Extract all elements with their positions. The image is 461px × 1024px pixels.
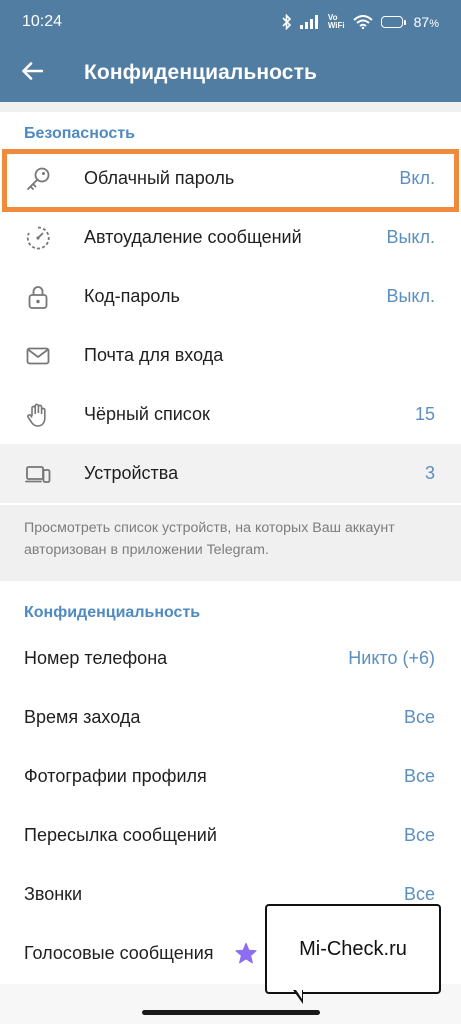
home-indicator[interactable]: [142, 1010, 320, 1015]
wifi-icon: [352, 15, 373, 29]
row-devices[interactable]: Устройства 3: [0, 444, 461, 503]
row-cloud-password[interactable]: Облачный пароль Вкл.: [0, 149, 461, 208]
row-value: Выкл.: [386, 227, 435, 247]
app-header: Конфиденциальность: [0, 44, 461, 102]
battery-percent: 87%: [413, 14, 439, 30]
row-label: Чёрный список: [84, 404, 210, 424]
row-phone-number[interactable]: Номер телефона Никто (+6): [0, 629, 461, 688]
row-label: Звонки: [24, 884, 83, 904]
arrow-left-icon: [21, 61, 44, 85]
row-passcode[interactable]: Код-пароль Выкл.: [0, 267, 461, 326]
key-icon: [24, 165, 52, 193]
row-label: Почта для входа: [84, 345, 224, 365]
security-section: Безопасность Облачный пароль Вкл. Автоуд…: [0, 112, 461, 505]
row-label: Код-пароль: [84, 286, 180, 306]
lock-icon: [24, 283, 52, 311]
row-last-seen[interactable]: Время захода Все: [0, 688, 461, 747]
row-value: 15: [414, 404, 435, 424]
watermark-label: Mi-Check.ru: [265, 904, 441, 994]
row-auto-delete[interactable]: Автоудаление сообщений Выкл.: [0, 208, 461, 267]
battery-icon: [380, 16, 406, 28]
devices-icon: [24, 460, 52, 488]
row-profile-photos[interactable]: Фотографии профиля Все: [0, 747, 461, 806]
row-login-email[interactable]: Почта для входа: [0, 326, 461, 385]
row-value: Вкл.: [399, 168, 435, 188]
privacy-section-title: Конфиденциальность: [24, 604, 201, 621]
row-value: Все: [403, 707, 435, 727]
row-value: Никто (+6): [348, 648, 435, 668]
row-value: Все: [403, 766, 435, 786]
divider: [0, 102, 461, 112]
timer-icon: [24, 224, 52, 252]
status-time: 10:24: [22, 13, 63, 30]
row-label: Голосовые сообщения: [24, 943, 214, 963]
page-title: Конфиденциальность: [84, 61, 317, 84]
row-blocked-users[interactable]: Чёрный список 15: [0, 385, 461, 444]
devices-info-text: Просмотреть список устройств, на которых…: [0, 505, 461, 581]
row-value: 3: [424, 463, 435, 483]
hand-icon: [24, 401, 52, 429]
status-icons: Vo WiFi 87%: [282, 14, 439, 30]
back-button[interactable]: [0, 44, 64, 102]
row-value: Все: [403, 884, 435, 904]
mail-icon: [24, 342, 52, 370]
bluetooth-icon: [282, 14, 292, 30]
row-label: Номер телефона: [24, 648, 168, 668]
row-label: Облачный пароль: [84, 168, 235, 188]
row-forwarded-messages[interactable]: Пересылка сообщений Все: [0, 806, 461, 865]
signal-icon: [299, 15, 320, 29]
star-icon: [234, 942, 258, 970]
row-label: Устройства: [84, 463, 179, 483]
row-label: Пересылка сообщений: [24, 825, 217, 845]
vowifi-badge: Vo WiFi: [327, 13, 345, 30]
row-value: Выкл.: [386, 286, 435, 306]
security-section-title: Безопасность: [24, 125, 135, 142]
status-bar: 10:24 Vo WiFi 87%: [0, 0, 461, 44]
row-label: Время захода: [24, 707, 141, 727]
row-label: Фотографии профиля: [24, 766, 207, 786]
row-label: Автоудаление сообщений: [84, 227, 302, 247]
row-value: Все: [403, 825, 435, 845]
